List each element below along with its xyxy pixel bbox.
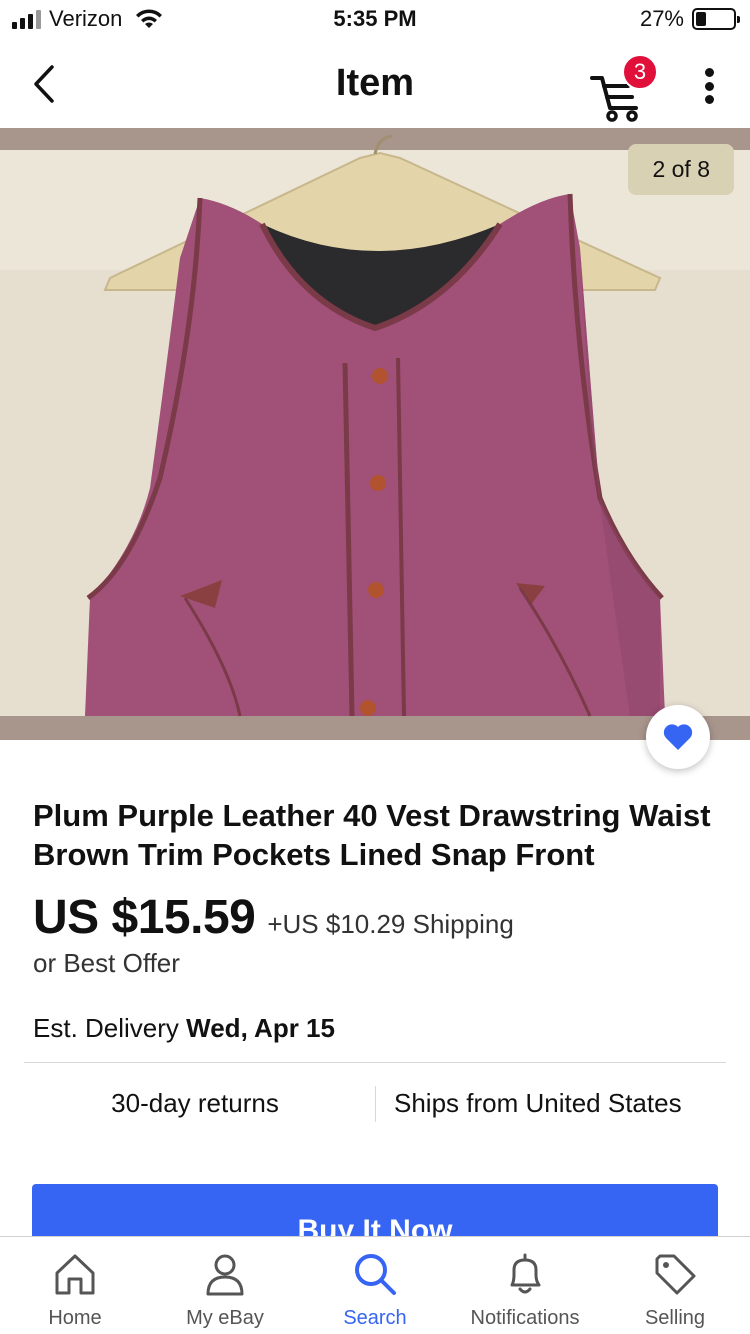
dot-icon bbox=[704, 81, 714, 91]
heart-icon bbox=[663, 724, 693, 750]
image-gallery[interactable]: 2 of 8 bbox=[0, 128, 750, 740]
dot-icon bbox=[704, 95, 714, 104]
more-options-button[interactable] bbox=[694, 64, 724, 108]
tab-selling[interactable]: Selling bbox=[600, 1237, 750, 1334]
battery-percent: 27% bbox=[639, 6, 684, 31]
item-price: US $15.59 bbox=[33, 891, 256, 944]
tab-label: Notifications bbox=[470, 1307, 580, 1329]
tab-my-ebay[interactable]: My eBay bbox=[150, 1237, 300, 1334]
cart-count-badge: 3 bbox=[622, 54, 658, 90]
tab-home[interactable]: Home bbox=[0, 1237, 150, 1334]
estimated-delivery: Est. Delivery Wed, Apr 15 bbox=[33, 1013, 335, 1044]
ships-from: Ships from United States bbox=[394, 1088, 682, 1118]
nav-header: Item 3 bbox=[0, 40, 750, 128]
tag-icon bbox=[650, 1249, 700, 1299]
home-icon bbox=[50, 1249, 100, 1299]
watch-button[interactable] bbox=[646, 705, 710, 769]
image-counter: 2 of 8 bbox=[628, 144, 734, 195]
tab-label: Selling bbox=[644, 1307, 706, 1329]
returns-shipping-row: 30-day returns Ships from United States bbox=[0, 1080, 750, 1130]
product-image bbox=[0, 134, 750, 717]
tab-bar: Home My eBay Search Notifications Sellin… bbox=[0, 1236, 750, 1334]
tab-notifications[interactable]: Notifications bbox=[450, 1237, 600, 1334]
returns-policy[interactable]: 30-day returns bbox=[0, 1088, 390, 1119]
item-title: Plum Purple Leather 40 Vest Drawstring W… bbox=[33, 798, 711, 872]
battery-icon bbox=[692, 8, 740, 30]
tab-label: Search bbox=[343, 1307, 407, 1329]
divider bbox=[24, 1062, 726, 1063]
best-offer-label: or Best Offer bbox=[33, 948, 180, 978]
battery-fill bbox=[696, 12, 706, 26]
tab-label: My eBay bbox=[186, 1307, 264, 1329]
tab-search[interactable]: Search bbox=[300, 1237, 450, 1334]
status-right: 27% bbox=[639, 6, 740, 32]
vertical-divider bbox=[375, 1086, 376, 1122]
person-icon bbox=[200, 1249, 250, 1299]
status-bar: Verizon 5:35 PM 27% bbox=[0, 0, 750, 40]
delivery-date: Wed, Apr 15 bbox=[186, 1013, 335, 1043]
bell-icon bbox=[500, 1249, 550, 1299]
status-time: 5:35 PM bbox=[333, 6, 417, 31]
price-row: US $15.59 +US $10.29 Shipping bbox=[33, 890, 514, 945]
search-icon bbox=[350, 1249, 400, 1299]
shipping-cost: +US $10.29 Shipping bbox=[267, 909, 514, 939]
tab-label: Home bbox=[48, 1307, 102, 1329]
dot-icon bbox=[704, 68, 714, 77]
cart-button[interactable]: 3 bbox=[588, 54, 658, 122]
delivery-label: Est. Delivery bbox=[33, 1013, 179, 1043]
